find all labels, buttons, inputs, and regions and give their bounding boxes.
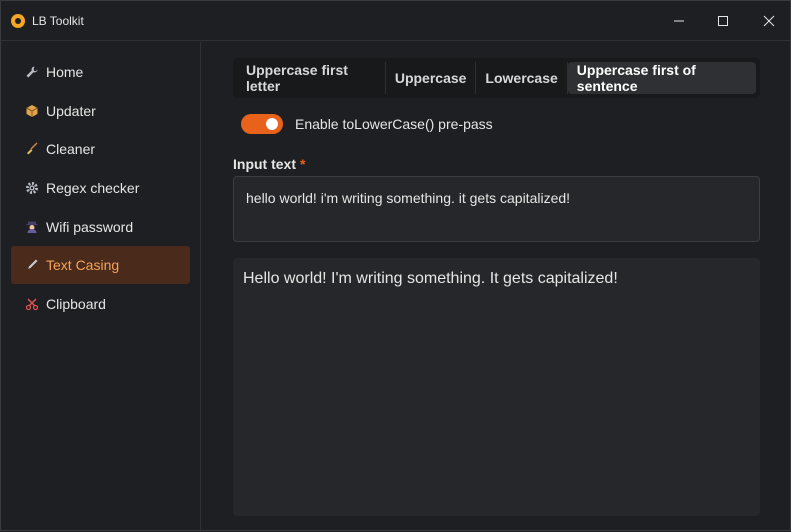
title-bar: LB Toolkit <box>1 1 790 41</box>
minimize-button[interactable] <box>656 1 702 41</box>
broom-icon <box>25 142 39 156</box>
prepass-toggle[interactable] <box>241 114 283 134</box>
detective-icon <box>25 220 39 234</box>
close-icon <box>763 15 775 27</box>
sidebar-item-cleaner[interactable]: Cleaner <box>11 130 190 168</box>
pen-icon <box>25 258 39 272</box>
app-window: LB Toolkit Home Updater Cleaner Regex ch… <box>0 0 791 532</box>
tab-uppercase-first-letter[interactable]: Uppercase first letter <box>237 62 386 94</box>
input-text-label: Input text * <box>233 156 305 172</box>
output-text-area[interactable]: Hello world! I'm writing something. It g… <box>233 258 760 516</box>
sidebar-item-label: Updater <box>46 103 96 119</box>
sidebar-item-label: Wifi password <box>46 219 134 235</box>
app-logo-icon <box>11 14 25 28</box>
sidebar-item-label: Cleaner <box>46 141 96 157</box>
toggle-knob <box>266 118 278 130</box>
sidebar-item-regex-checker[interactable]: Regex checker <box>11 169 190 207</box>
prepass-toggle-label: Enable toLowerCase() pre-pass <box>295 116 493 132</box>
scissors-icon <box>25 297 39 311</box>
close-button[interactable] <box>746 1 791 41</box>
wrench-icon <box>25 65 39 79</box>
sidebar-item-label: Regex checker <box>46 180 140 196</box>
input-text-field[interactable]: hello world! i'm writing something. it g… <box>233 176 760 242</box>
sidebar-item-home[interactable]: Home <box>11 53 190 91</box>
sidebar-item-clipboard[interactable]: Clipboard <box>11 285 190 323</box>
sidebar-item-label: Clipboard <box>46 296 106 312</box>
sidebar: Home Updater Cleaner Regex checker Wifi … <box>1 42 201 532</box>
input-label-text: Input text <box>233 156 296 172</box>
package-icon <box>25 104 39 118</box>
casing-mode-tabs: Uppercase first letter Uppercase Lowerca… <box>233 58 760 98</box>
sidebar-item-label: Text Casing <box>46 257 120 273</box>
tab-uppercase[interactable]: Uppercase <box>386 62 477 94</box>
sidebar-item-text-casing[interactable]: Text Casing <box>11 246 190 284</box>
gear-icon <box>25 181 39 195</box>
minimize-icon <box>674 20 684 22</box>
tab-uppercase-first-of-sentence[interactable]: Uppercase first of sentence <box>567 62 756 94</box>
maximize-icon <box>718 16 728 26</box>
maximize-button[interactable] <box>700 1 746 41</box>
app-title: LB Toolkit <box>32 14 84 28</box>
sidebar-item-label: Home <box>46 64 84 80</box>
prepass-toggle-row: Enable toLowerCase() pre-pass <box>241 113 493 135</box>
required-marker: * <box>300 156 306 172</box>
tab-lowercase[interactable]: Lowercase <box>476 62 568 94</box>
sidebar-item-wifi-password[interactable]: Wifi password <box>11 208 190 246</box>
sidebar-item-updater[interactable]: Updater <box>11 92 190 130</box>
